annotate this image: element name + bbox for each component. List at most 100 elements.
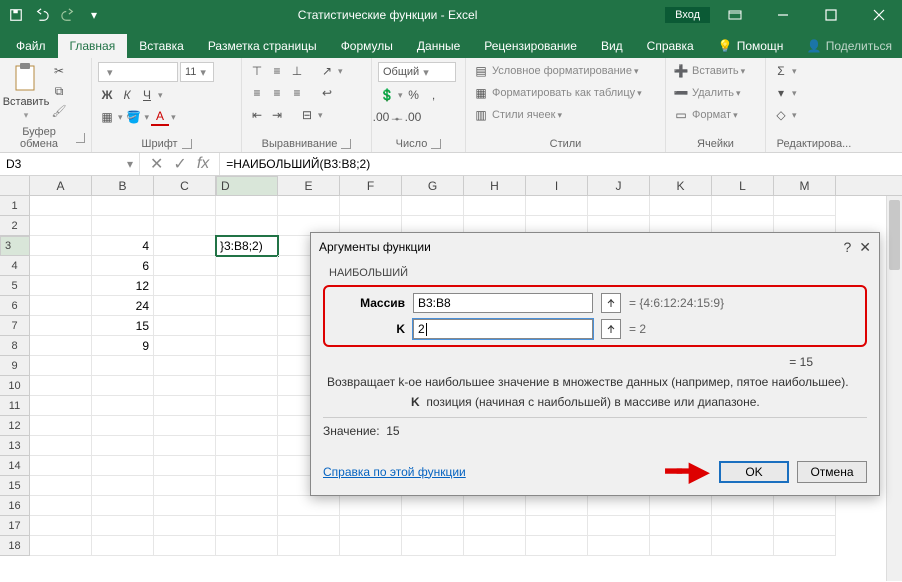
bold-button[interactable]: Ж [98,86,116,104]
row-header[interactable]: 3 [0,236,30,256]
row-header[interactable]: 4 [0,256,30,276]
cell[interactable] [30,436,92,456]
cell[interactable] [154,316,216,336]
comma-icon[interactable]: , [425,86,443,104]
cell[interactable] [402,516,464,536]
orientation-icon[interactable]: ↗ [318,62,336,80]
cell[interactable] [650,196,712,216]
cell[interactable] [216,536,278,556]
cell[interactable]: 24 [92,296,154,316]
cell[interactable] [216,336,278,356]
cell[interactable] [216,296,278,316]
cell[interactable] [154,496,216,516]
cell[interactable] [774,516,836,536]
row-header[interactable]: 12 [0,416,30,436]
cell[interactable] [712,536,774,556]
cell[interactable]: 12 [92,276,154,296]
wrap-text-icon[interactable]: ↩ [318,84,336,102]
col-header[interactable]: J [588,176,650,195]
cell[interactable] [526,536,588,556]
font-color-icon[interactable]: A [151,108,169,126]
cell[interactable] [216,416,278,436]
row-header[interactable]: 7 [0,316,30,336]
autosum-icon[interactable]: Σ [772,62,790,80]
cell[interactable] [588,496,650,516]
cell[interactable] [278,516,340,536]
tab-insert[interactable]: Вставка [127,34,196,58]
cell[interactable] [216,476,278,496]
cell[interactable] [588,516,650,536]
format-cells-button[interactable]: ▭Формат▾ [672,106,738,124]
cell[interactable] [278,196,340,216]
merge-icon[interactable]: ⊟ [298,106,316,124]
cell[interactable] [216,196,278,216]
cell[interactable] [30,396,92,416]
format-table-button[interactable]: ▦Форматировать как таблицу▾ [472,84,642,102]
cell[interactable] [30,416,92,436]
row-header[interactable]: 6 [0,296,30,316]
cell[interactable] [30,536,92,556]
cell[interactable] [92,216,154,236]
cell[interactable] [154,396,216,416]
cell[interactable] [464,536,526,556]
name-box[interactable]: D3▾ [0,153,140,175]
tab-formulas[interactable]: Формулы [329,34,405,58]
cell[interactable] [30,336,92,356]
cell[interactable] [340,516,402,536]
cell[interactable] [154,416,216,436]
cell[interactable] [216,376,278,396]
fill-color-icon[interactable]: 🪣 [125,108,143,126]
select-all-corner[interactable] [0,176,30,195]
cell[interactable] [154,336,216,356]
align-center-icon[interactable]: ≡ [268,84,286,102]
share-button[interactable]: 👤Поделиться [797,34,902,58]
tab-data[interactable]: Данные [405,34,472,58]
cell[interactable] [216,396,278,416]
close-icon[interactable]: ✕ [859,239,871,256]
cancel-button[interactable]: Отмена [797,461,867,483]
row-header[interactable]: 2 [0,216,30,236]
cell[interactable] [650,536,712,556]
conditional-formatting-button[interactable]: ▤Условное форматирование▾ [472,62,638,80]
cell[interactable] [30,516,92,536]
cell[interactable] [526,516,588,536]
format-painter-icon[interactable]: 🖌 [50,102,68,120]
tab-file[interactable]: Файл [4,34,58,58]
row-header[interactable]: 1 [0,196,30,216]
row-header[interactable]: 15 [0,476,30,496]
cell[interactable]: 15 [92,316,154,336]
cell[interactable] [588,196,650,216]
cell[interactable] [154,276,216,296]
cell[interactable] [92,456,154,476]
cell[interactable] [402,196,464,216]
cell[interactable] [278,496,340,516]
row-header[interactable]: 8 [0,336,30,356]
cell[interactable] [92,416,154,436]
col-header[interactable]: L [712,176,774,195]
cell-styles-button[interactable]: ▥Стили ячеек▾ [472,106,562,124]
cell[interactable] [340,196,402,216]
tab-pagelayout[interactable]: Разметка страницы [196,34,329,58]
cell[interactable] [30,276,92,296]
cell[interactable] [30,236,92,256]
minimize-icon[interactable] [760,0,806,30]
row-header[interactable]: 18 [0,536,30,556]
tab-home[interactable]: Главная [58,34,128,58]
decrease-decimal-icon[interactable]: ←.00 [398,108,416,126]
undo-icon[interactable] [30,3,54,27]
cell[interactable]: 9 [92,336,154,356]
cell[interactable] [278,536,340,556]
col-header[interactable]: A [30,176,92,195]
cell[interactable] [216,496,278,516]
redo-icon[interactable] [56,3,80,27]
cell[interactable] [92,196,154,216]
tab-review[interactable]: Рецензирование [472,34,589,58]
dialog-launcher-icon[interactable] [341,139,351,149]
enter-formula-icon[interactable]: ✓ [173,154,186,174]
cell[interactable] [340,536,402,556]
cell[interactable] [30,476,92,496]
align-bottom-icon[interactable]: ⊥ [288,62,306,80]
cell[interactable]: }3:B8;2) [216,236,278,256]
align-right-icon[interactable]: ≡ [288,84,306,102]
cell[interactable] [154,456,216,476]
